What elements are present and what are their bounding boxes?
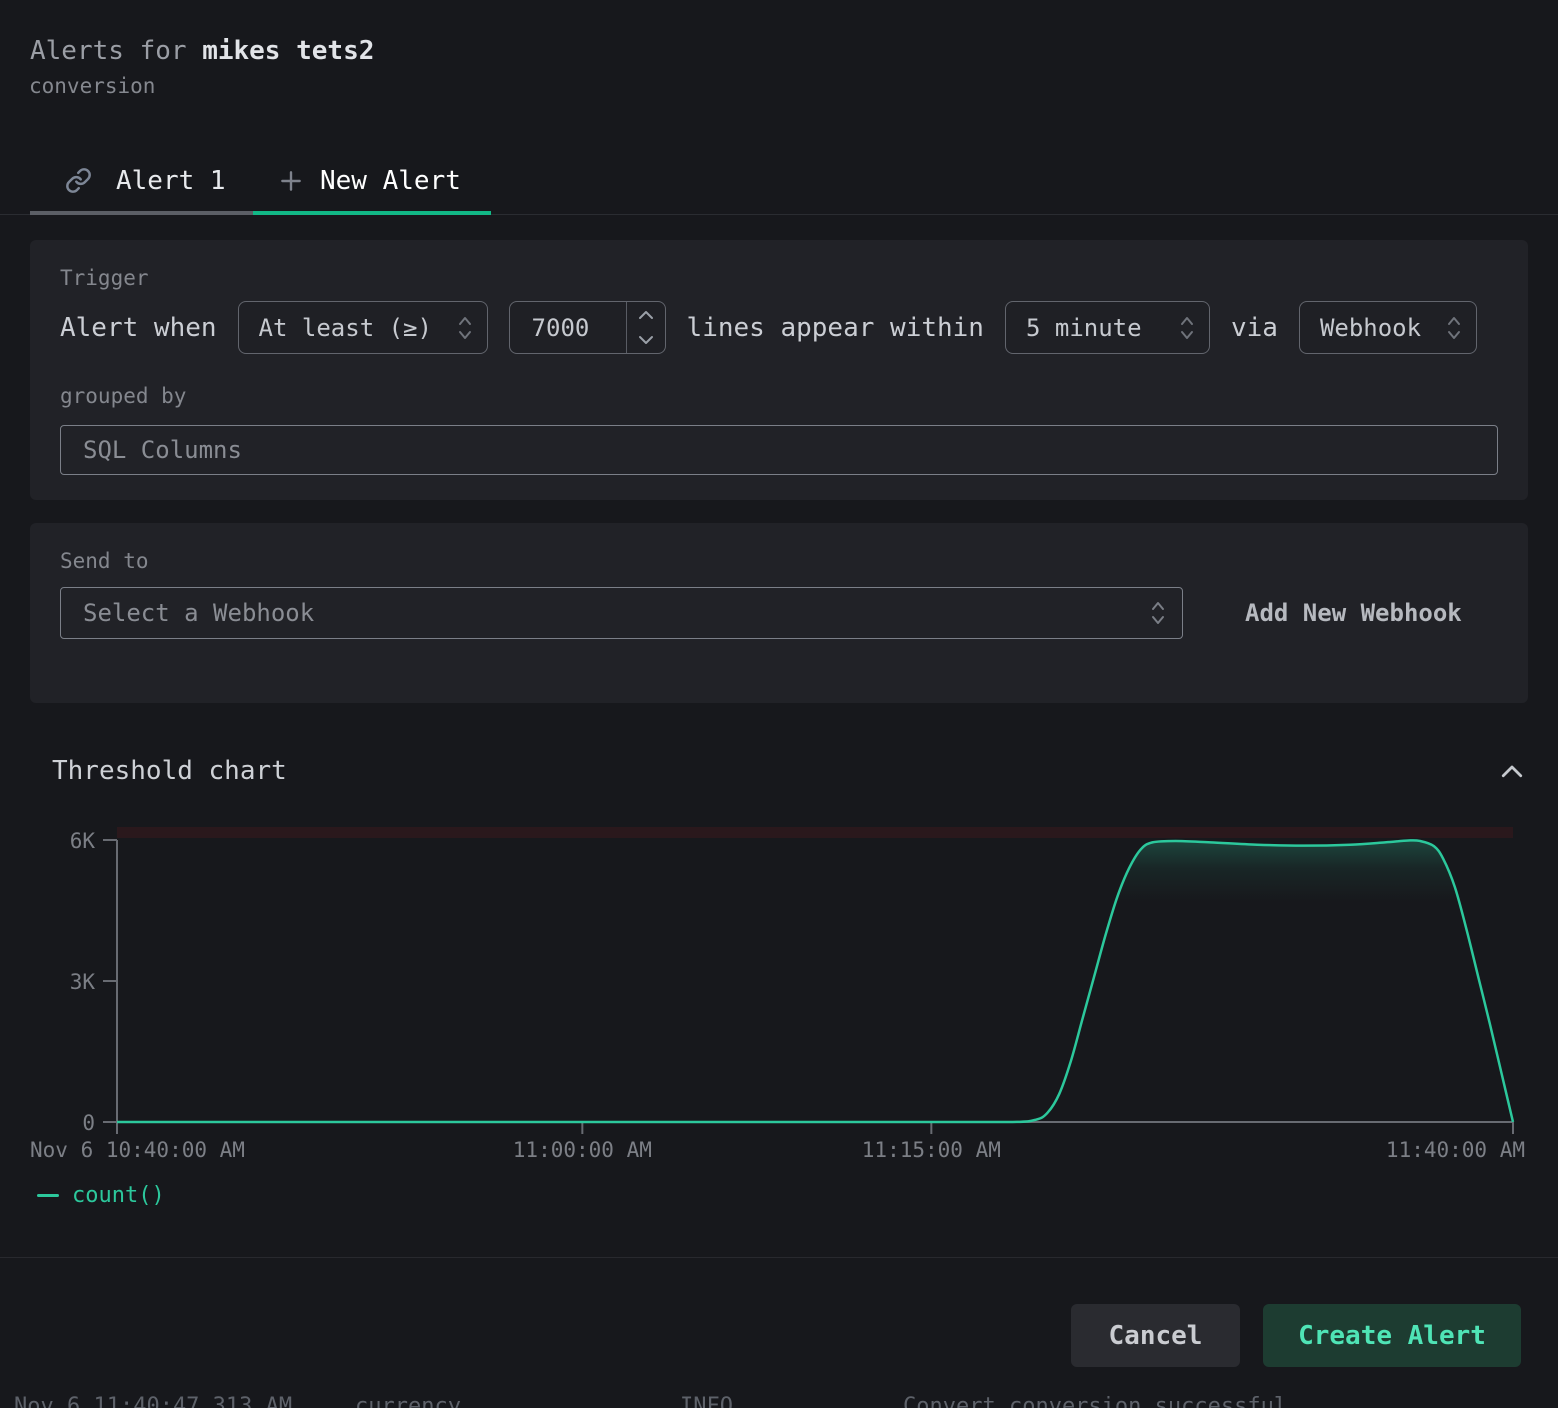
- via-text: via: [1231, 313, 1278, 343]
- tab-new-alert[interactable]: New Alert: [253, 150, 491, 211]
- chevron-updown-icon: [1444, 311, 1464, 345]
- grouped-by-input[interactable]: SQL Columns: [60, 425, 1498, 475]
- threshold-value-input[interactable]: 7000: [509, 301, 666, 354]
- create-alert-button[interactable]: Create Alert: [1263, 1304, 1521, 1367]
- log-level: INFO: [680, 1394, 733, 1408]
- add-new-webhook-button[interactable]: Add New Webhook: [1245, 599, 1462, 627]
- send-to-section-label: Send to: [60, 549, 1498, 573]
- time-window-select[interactable]: 5 minute: [1005, 301, 1210, 354]
- tab-alert-1[interactable]: Alert 1: [30, 150, 253, 211]
- svg-text:3K: 3K: [70, 970, 96, 994]
- cancel-button[interactable]: Cancel: [1071, 1304, 1240, 1367]
- tab-label: Alert 1: [116, 166, 226, 196]
- trigger-section-label: Trigger: [60, 266, 1498, 290]
- time-window-value: 5 minute: [1026, 314, 1142, 342]
- chevron-updown-icon: [1177, 311, 1197, 345]
- legend-line-swatch: [37, 1194, 59, 1197]
- chevron-up-icon: [1497, 757, 1527, 787]
- chevron-updown-icon: [455, 311, 475, 345]
- threshold-band: [117, 827, 1513, 838]
- source-name: mikes tets2: [202, 36, 374, 66]
- svg-text:11:00:00 AM: 11:00:00 AM: [513, 1138, 652, 1162]
- spinner-up-button[interactable]: [627, 302, 665, 328]
- number-spinner: [626, 302, 665, 353]
- svg-text:0: 0: [82, 1111, 95, 1135]
- log-timestamp: Nov 6 11:40:47.313 AM: [14, 1394, 292, 1408]
- tab-label: New Alert: [320, 166, 461, 196]
- channel-select[interactable]: Webhook: [1299, 301, 1477, 354]
- count-area: [117, 840, 1513, 1122]
- tab-underline: [30, 211, 253, 215]
- lines-appear-text: lines appear within: [687, 313, 984, 343]
- webhook-select[interactable]: Select a Webhook: [60, 587, 1183, 639]
- spinner-down-button[interactable]: [627, 328, 665, 354]
- collapse-chart-button[interactable]: [1492, 754, 1532, 790]
- chart-legend-item: count(): [37, 1183, 165, 1208]
- svg-text:Nov 6 10:40:00 AM: Nov 6 10:40:00 AM: [30, 1138, 245, 1162]
- threshold-chart-title: Threshold chart: [52, 756, 287, 786]
- trigger-panel: Trigger Alert when At least (≥) 7000: [30, 240, 1528, 500]
- threshold-value: 7000: [510, 302, 626, 353]
- log-service: currency: [355, 1394, 461, 1408]
- link-icon: [65, 167, 92, 194]
- svg-text:11:15:00 AM: 11:15:00 AM: [862, 1138, 1001, 1162]
- page-subtitle: conversion: [29, 74, 155, 98]
- svg-text:6K: 6K: [70, 829, 96, 853]
- chevron-updown-icon: [1148, 596, 1168, 630]
- svg-text:11:40:00 AM: 11:40:00 AM: [1386, 1138, 1525, 1162]
- tab-underline-active: [253, 211, 491, 215]
- footer-divider: [0, 1257, 1558, 1258]
- page-title: Alerts for mikes tets2: [30, 36, 374, 66]
- channel-value: Webhook: [1320, 314, 1421, 342]
- webhook-placeholder: Select a Webhook: [83, 599, 314, 627]
- background-log-row: Nov 6 11:40:47.313 AM currency INFO Conv…: [0, 1394, 1558, 1408]
- log-message: Convert conversion successful: [903, 1394, 1287, 1408]
- alert-when-text: Alert when: [60, 313, 217, 343]
- plus-icon: [278, 168, 304, 194]
- condition-select[interactable]: At least (≥): [238, 301, 488, 354]
- condition-value: At least (≥): [259, 314, 432, 342]
- alerts-modal: Alerts for mikes tets2 conversion Alert …: [0, 0, 1558, 1408]
- legend-label: count(): [72, 1183, 165, 1208]
- threshold-chart: 0 3K 6K Nov 6 10:40:00 AM 11:00:00 AM 11:15:0…: [0, 810, 1558, 1170]
- send-to-panel: Send to Select a Webhook Add New Webhook: [30, 523, 1528, 703]
- grouped-by-label: grouped by: [60, 384, 1498, 408]
- grouped-by-placeholder: SQL Columns: [83, 436, 242, 464]
